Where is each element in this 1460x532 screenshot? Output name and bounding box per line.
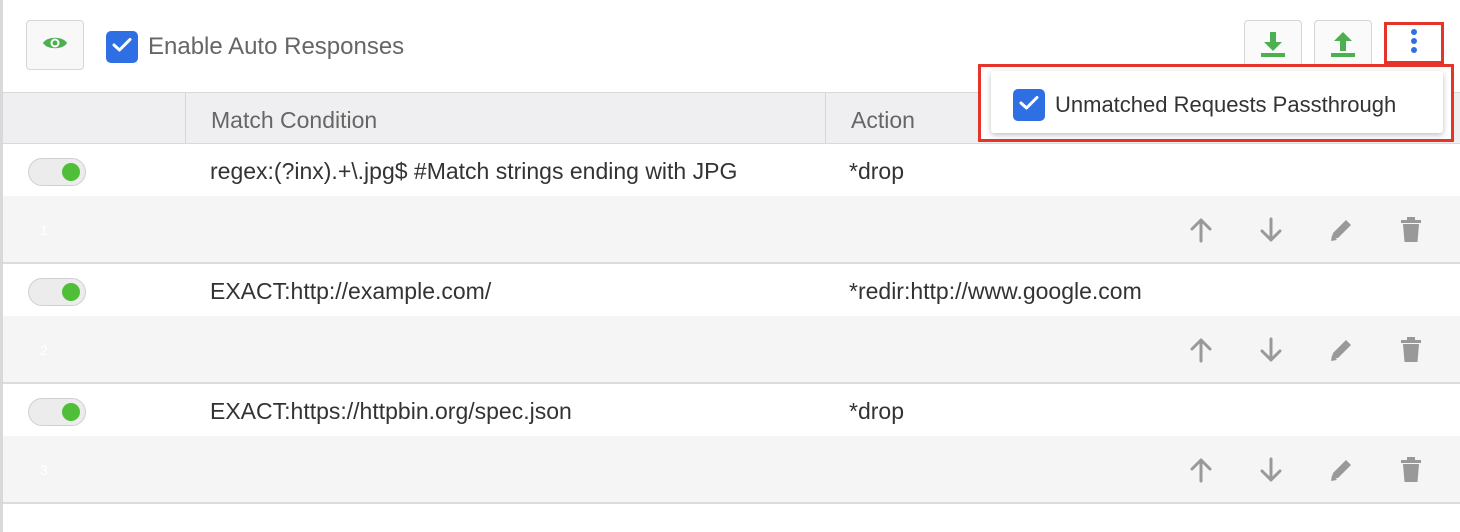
enable-auto-responses-label[interactable]: Enable Auto Responses [148, 33, 404, 61]
unmatched-passthrough-checkbox[interactable] [1013, 89, 1045, 121]
rule-enabled-toggle[interactable] [28, 278, 86, 306]
rule-condition: regex:(?inx).+\.jpg$ #Match strings endi… [210, 158, 738, 184]
more-options-button[interactable] [1384, 22, 1444, 64]
trash-icon[interactable] [1397, 216, 1425, 244]
upload-icon [1328, 29, 1358, 64]
checkmark-icon [1019, 95, 1039, 116]
arrow-down-icon[interactable] [1257, 336, 1285, 364]
rule-details: 1 [3, 196, 1460, 264]
header-match-condition-label: Match Condition [211, 107, 378, 133]
more-options-dropdown: Unmatched Requests Passthrough [978, 64, 1454, 142]
rule-condition: EXACT:https://httpbin.org/spec.json [210, 398, 572, 424]
arrow-up-icon[interactable] [1187, 216, 1215, 244]
table-row[interactable]: regex:(?inx).+\.jpg$ #Match strings endi… [3, 144, 1460, 264]
table-row[interactable]: EXACT:http://example.com/ *redir:http://… [3, 264, 1460, 384]
pencil-icon[interactable] [1327, 456, 1355, 484]
toggle-knob [62, 403, 80, 421]
toggle-knob [62, 163, 80, 181]
view-button[interactable] [26, 20, 84, 70]
header-match-condition[interactable]: Match Condition [186, 93, 826, 143]
arrow-up-icon[interactable] [1187, 336, 1215, 364]
rule-main: regex:(?inx).+\.jpg$ #Match strings endi… [3, 144, 1460, 196]
arrow-down-icon[interactable] [1257, 216, 1285, 244]
rule-details: 2 [3, 316, 1460, 384]
table-row[interactable]: EXACT:https://httpbin.org/spec.json *dro… [3, 384, 1460, 504]
rule-action: *redir:http://www.google.com [849, 278, 1142, 304]
checkmark-icon [112, 37, 132, 58]
rule-index: 1 [40, 222, 48, 238]
rule-enabled-toggle[interactable] [28, 398, 86, 426]
trash-icon[interactable] [1397, 336, 1425, 364]
rule-enabled-toggle[interactable] [28, 158, 86, 186]
rule-index: 2 [40, 342, 48, 358]
rule-action: *drop [849, 158, 904, 184]
rule-main: EXACT:http://example.com/ *redir:http://… [3, 264, 1460, 316]
more-vertical-icon [1410, 28, 1418, 59]
rule-action: *drop [849, 398, 904, 424]
download-icon [1258, 29, 1288, 64]
rule-main: EXACT:https://httpbin.org/spec.json *dro… [3, 384, 1460, 436]
enable-auto-responses-checkbox[interactable] [106, 31, 138, 63]
rule-condition: EXACT:http://example.com/ [210, 278, 492, 304]
rule-details: 3 [3, 436, 1460, 504]
arrow-down-icon[interactable] [1257, 456, 1285, 484]
header-toggle-col [3, 93, 186, 143]
header-action-label[interactable]: Action [851, 107, 915, 134]
eye-icon [42, 34, 68, 57]
pencil-icon[interactable] [1327, 336, 1355, 364]
arrow-up-icon[interactable] [1187, 456, 1215, 484]
pencil-icon[interactable] [1327, 216, 1355, 244]
dropdown-menu: Unmatched Requests Passthrough [991, 71, 1443, 133]
rule-index: 3 [40, 462, 48, 478]
unmatched-passthrough-label[interactable]: Unmatched Requests Passthrough [1055, 92, 1396, 118]
trash-icon[interactable] [1397, 456, 1425, 484]
toggle-knob [62, 283, 80, 301]
